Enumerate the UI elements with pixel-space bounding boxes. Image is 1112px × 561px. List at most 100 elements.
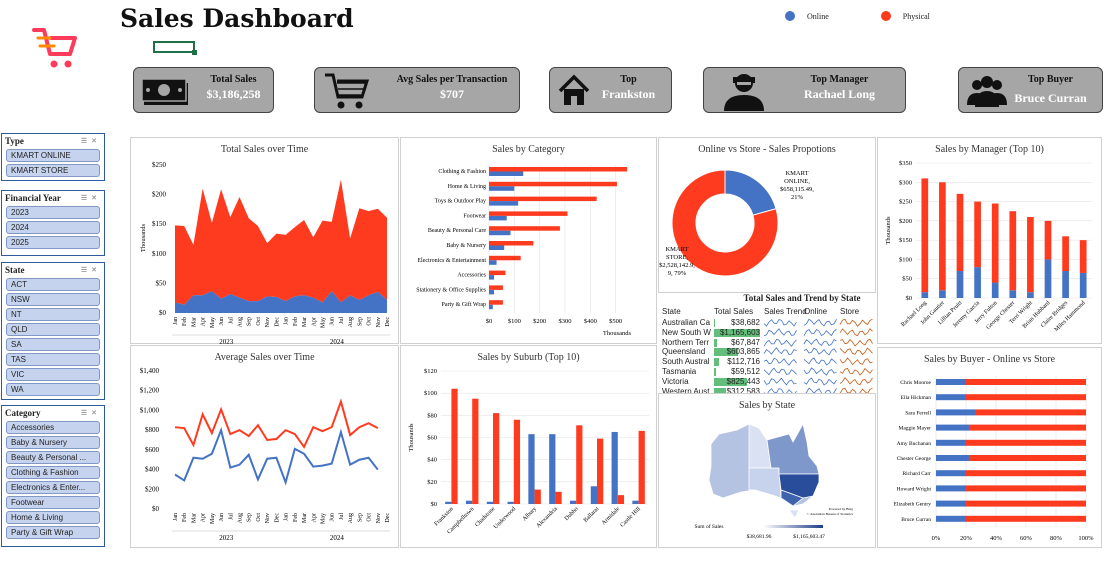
y-tick-label: Footwear (463, 213, 486, 219)
y-tick-label: $800 (145, 426, 160, 434)
bar-online (445, 501, 452, 504)
state-table-row[interactable]: South Austral $112,716 (662, 357, 876, 367)
cell-selection[interactable] (153, 41, 197, 55)
bar-physical (489, 285, 503, 290)
panel-sales-by-state-map[interactable]: Sales by State Powered by Bing © Australi… (658, 393, 876, 548)
slicer-item[interactable]: KMART ONLINE (6, 149, 100, 162)
cart-logo-icon (32, 28, 77, 68)
slicer-item[interactable]: 2024 (6, 221, 100, 234)
slicer-item[interactable]: Party & Gift Wrap (6, 526, 100, 539)
kpi-value: $3,186,258 (206, 87, 261, 101)
slicer-item[interactable]: Home & Living (6, 511, 100, 524)
bar-online (1062, 271, 1069, 298)
x-tick-label: Mar (302, 317, 308, 327)
panel-sales-by-buyer[interactable]: Sales by Buyer - Online vs Store 0% 20% 40… (877, 347, 1102, 548)
y-tick-label: Ella Hickman (901, 395, 932, 401)
legend-physical-label: Physical (902, 11, 930, 21)
state-table-row[interactable]: Tasmania $59,512 (662, 367, 876, 377)
y-tick-label: Richard Carr (902, 471, 931, 477)
state-table-row[interactable]: New South W $1,165,603 (662, 328, 876, 338)
x-tick-label: $400 (584, 318, 597, 325)
bar-physical (966, 470, 1086, 477)
bar-online (936, 409, 975, 416)
legend: Online Physical (785, 11, 930, 21)
x-tick-label: Jul (339, 513, 345, 520)
slicer-state[interactable]: State ☰✕ ACT NSW NT QLD SA TAS VIC WA (1, 262, 105, 400)
y-tick-label: $1,200 (140, 387, 160, 395)
y-tick-label: $250 (899, 199, 912, 206)
slicer-item[interactable]: Electronics & Enter... (6, 481, 100, 494)
bar-physical (489, 226, 560, 231)
kpi-top-suburb[interactable]: Top Frankston (549, 67, 672, 113)
state-table-row[interactable]: Victoria $825,443 (662, 377, 876, 387)
slicer-item[interactable]: 2023 (6, 206, 100, 219)
kpi-label: Top Manager (810, 74, 869, 85)
sparkline (839, 367, 873, 376)
state-table-row[interactable]: Northern Terr $67,847 (662, 338, 876, 348)
slicer-item[interactable]: QLD (6, 323, 100, 336)
y-tick-label: $400 (145, 466, 160, 474)
kpi-top-buyer[interactable]: Top Buyer Bruce Curran (958, 67, 1103, 113)
slicer-item[interactable]: Clothing & Fashion (6, 466, 100, 479)
x-tick-label: May (320, 317, 326, 328)
slicer-item[interactable]: WA (6, 383, 100, 396)
y-tick-label: $250 (152, 161, 167, 169)
slicer-multiselect-clear-icons[interactable]: ☰✕ (81, 409, 101, 417)
slicer-multiselect-clear-icons[interactable]: ☰✕ (81, 266, 101, 274)
x-tick-label: 0% (932, 535, 941, 542)
state-table-row[interactable]: Australian Ca $38,682 (662, 318, 876, 328)
kpi-total-sales[interactable]: Total Sales $3,186,258 (133, 67, 274, 113)
bar-physical (617, 495, 625, 504)
y-tick-label: $300 (899, 179, 912, 186)
kpi-avg-sales[interactable]: Avg Sales per Transaction $707 (314, 67, 520, 113)
x-tick-label: Feb (182, 513, 188, 522)
bar-physical (489, 196, 597, 202)
slicer-item[interactable]: TAS (6, 353, 100, 366)
slicer-item[interactable]: Baby & Nursery (6, 436, 100, 449)
slicer-item[interactable]: NSW (6, 293, 100, 306)
slicer-multiselect-clear-icons[interactable]: ☰✕ (81, 194, 101, 202)
slicer-category[interactable]: Category ☰✕ Accessories Baby & Nursery Beau… (1, 405, 105, 547)
slicer-item[interactable]: KMART STORE (6, 164, 100, 177)
slicer-multiselect-clear-icons[interactable]: ☰✕ (81, 137, 101, 145)
bar-physical (1062, 236, 1069, 271)
state-table-header: Sales Trend (764, 307, 807, 316)
slicer-item[interactable]: NT (6, 308, 100, 321)
bar-physical (534, 489, 541, 504)
panel-sales-by-suburb[interactable]: Sales by Suburb (Top 10) $0 $20 $40 $60 $80 $… (400, 345, 657, 548)
x-tick-label: Feb (293, 317, 299, 326)
state-total-value: $38,682 (731, 318, 760, 327)
bar-physical (966, 500, 1086, 507)
x-tick-label: Mar (191, 317, 197, 327)
bar-online (939, 290, 946, 298)
panel-sales-by-manager[interactable]: Sales by Manager (Top 10) $0 $50 $100 $150 $… (877, 137, 1102, 344)
x-tick-label: Jul (339, 317, 345, 324)
slicer-item[interactable]: 2025 (6, 236, 100, 249)
bar-online (936, 394, 966, 401)
panel-average-sales-over-time[interactable]: Average Sales over Time $0 $200 $400 $600 $8… (130, 345, 399, 548)
slicer-item[interactable]: Footwear (6, 496, 100, 509)
x-tick-label: Jun (219, 317, 225, 325)
sparkline (803, 357, 837, 366)
state-table-title: Total Sales and Trend by State (743, 293, 861, 303)
panel-online-vs-store[interactable]: Online vs Store - Sales Propotions KMART… (658, 137, 876, 293)
bar-online (489, 171, 524, 176)
slicer-item[interactable]: ACT (6, 278, 100, 291)
slicer-financial-year[interactable]: Financial Year ☰✕ 2023 2024 2025 (1, 190, 105, 256)
map-color-scale (763, 525, 823, 528)
panel-sales-by-category[interactable]: Sales by Category $0 $100 $200 $300 $400 $500… (400, 137, 657, 344)
x-tick-label: Albury (522, 506, 538, 522)
slicer-type[interactable]: Type ☰✕ KMART ONLINE KMART STORE (1, 133, 105, 181)
state-table-row[interactable]: Queensland $603,865 (662, 347, 876, 357)
sparkline (763, 347, 797, 356)
slicer-item[interactable]: Beauty & Personal ... (6, 451, 100, 464)
bar-physical (489, 211, 568, 216)
map-credit: Powered by Bing (829, 507, 854, 511)
kpi-top-manager[interactable]: Top Manager Rachael Long (703, 67, 906, 113)
slicer-item[interactable]: Accessories (6, 421, 100, 434)
slicer-item[interactable]: VIC (6, 368, 100, 381)
slicer-item[interactable]: SA (6, 338, 100, 351)
panel-total-sales-over-time[interactable]: Total Sales over Time $0 $50 $100 $150 $200 $… (130, 137, 399, 346)
panel-state-table[interactable]: Total Sales and Trend by State State Tota… (658, 293, 876, 396)
state-total-value: $1,165,603 (719, 327, 760, 337)
